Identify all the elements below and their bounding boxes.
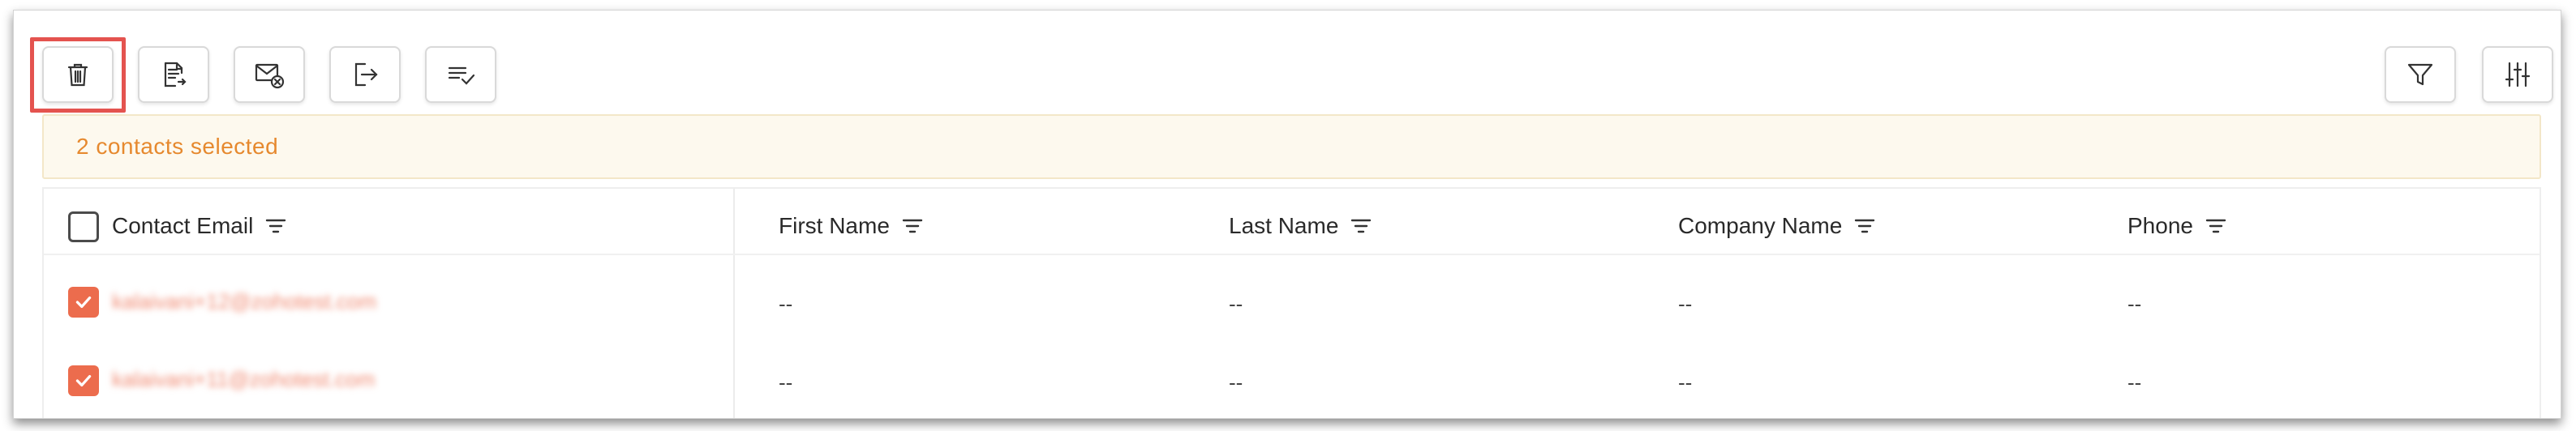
last-name-cell: -- bbox=[1229, 292, 1243, 316]
column-header-label: First Name bbox=[779, 213, 890, 238]
move-button[interactable] bbox=[329, 46, 401, 103]
company-name-cell: -- bbox=[1678, 370, 1693, 395]
mail-unsubscribe-icon bbox=[255, 63, 285, 89]
mark-button[interactable] bbox=[425, 46, 496, 103]
checkmark-icon bbox=[75, 296, 92, 309]
document-export-icon bbox=[164, 62, 187, 87]
select-all-checkbox[interactable] bbox=[68, 211, 99, 242]
filter-icon bbox=[2407, 63, 2433, 86]
header-divider bbox=[44, 254, 2540, 255]
phone-cell: -- bbox=[2127, 292, 2142, 316]
selection-count-text: 2 contacts selected bbox=[76, 134, 279, 159]
sliders-icon bbox=[2505, 62, 2531, 87]
checkmark-icon bbox=[75, 374, 92, 387]
selection-banner: 2 contacts selected bbox=[42, 114, 2541, 179]
sort-icon bbox=[266, 219, 286, 233]
column-header-label: Last Name bbox=[1229, 213, 1339, 238]
sort-icon bbox=[1855, 219, 1875, 233]
bulk-action-toolbar bbox=[14, 11, 2561, 113]
trash-icon bbox=[67, 63, 88, 87]
list-check-icon bbox=[448, 66, 475, 85]
sort-icon bbox=[902, 219, 923, 233]
row-checkbox[interactable] bbox=[68, 287, 99, 318]
last-name-cell: -- bbox=[1229, 370, 1243, 395]
phone-cell: -- bbox=[2127, 370, 2142, 395]
row-checkbox[interactable] bbox=[68, 365, 99, 396]
delete-button[interactable] bbox=[42, 46, 114, 103]
column-header-last-name[interactable]: Last Name bbox=[1229, 210, 1372, 242]
company-name-cell: -- bbox=[1678, 292, 1693, 316]
column-settings-button[interactable] bbox=[2482, 46, 2553, 103]
filter-button[interactable] bbox=[2385, 46, 2456, 103]
column-divider bbox=[733, 189, 735, 418]
first-name-cell: -- bbox=[779, 292, 793, 316]
column-header-contact-email[interactable]: Contact Email bbox=[112, 210, 287, 242]
column-header-label: Company Name bbox=[1678, 213, 1843, 238]
contacts-table: Contact Email First Name Last Name Compa… bbox=[42, 187, 2541, 418]
column-header-label: Contact Email bbox=[112, 213, 254, 238]
column-header-first-name[interactable]: First Name bbox=[779, 210, 924, 242]
unsubscribe-button[interactable] bbox=[234, 46, 305, 103]
contacts-panel: 2 contacts selected Contact Email First … bbox=[13, 10, 2561, 419]
export-button[interactable] bbox=[138, 46, 209, 103]
sort-icon bbox=[2205, 219, 2226, 233]
column-header-label: Phone bbox=[2127, 213, 2193, 238]
sort-icon bbox=[1351, 219, 1372, 233]
contact-email[interactable]: kalaivani+11@zohotest.com bbox=[112, 367, 375, 392]
column-header-phone[interactable]: Phone bbox=[2127, 210, 2227, 242]
move-out-icon bbox=[354, 62, 378, 87]
column-header-company-name[interactable]: Company Name bbox=[1678, 210, 1876, 242]
first-name-cell: -- bbox=[779, 370, 793, 395]
contact-email[interactable]: kalaivani+12@zohotest.com bbox=[112, 289, 376, 314]
